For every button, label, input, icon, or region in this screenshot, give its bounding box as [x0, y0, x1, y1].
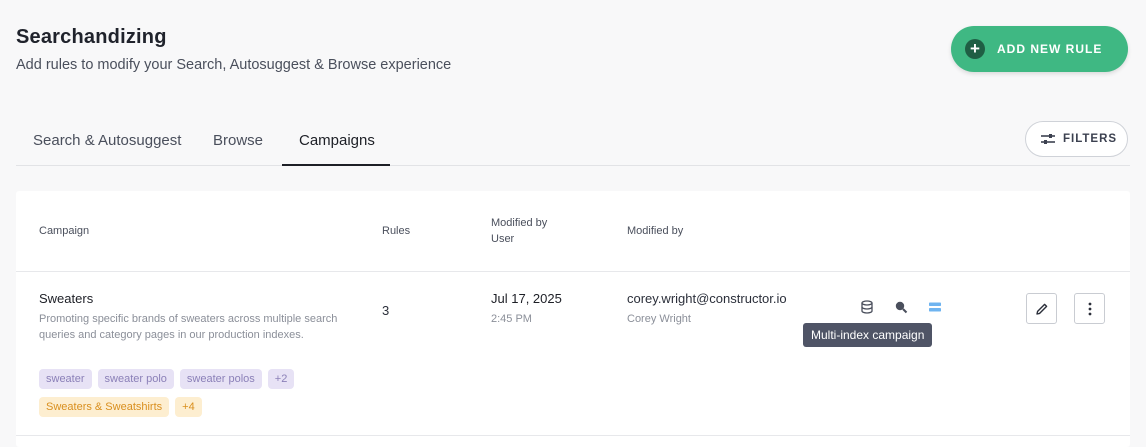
column-header-modified-by: Modified by	[627, 225, 684, 237]
campaign-tags: sweater sweater polo sweater polos +2 Sw…	[39, 369, 359, 425]
campaign-description: Promoting specific brands of sweaters ac…	[39, 313, 338, 341]
page-title: Searchandizing	[16, 26, 167, 48]
filters-label: FILTERS	[1063, 133, 1118, 145]
tab-search-autosuggest[interactable]: Search & Autosuggest	[33, 132, 181, 149]
query-tag: sweater polos	[179, 369, 262, 389]
filters-button[interactable]: FILTERS	[1025, 121, 1128, 157]
query-tag: sweater	[39, 369, 92, 389]
page-header: Searchandizing Add rules to modify your …	[16, 26, 451, 73]
campaigns-table: Campaign Rules Modified by User Modified…	[16, 191, 1130, 447]
edit-button[interactable]	[1026, 293, 1057, 324]
active-tab-indicator	[282, 164, 390, 166]
column-header-rules: Rules	[382, 225, 411, 237]
query-tag: sweater polo	[97, 369, 174, 389]
page-subtitle: Add rules to modify your Search, Autosug…	[16, 57, 452, 73]
column-header-line-1: Modified by	[491, 217, 548, 229]
column-header-line-2: User	[491, 233, 515, 245]
sliders-icon	[1041, 134, 1055, 144]
modified-time: 2:45 PM	[491, 313, 532, 325]
modified-date: Jul 17, 2025	[491, 291, 562, 306]
query-tag-more[interactable]: +2	[267, 369, 295, 389]
tab-bar: Search & Autosuggest Browse Campaigns	[16, 118, 1130, 166]
tab-campaigns[interactable]: Campaigns	[299, 132, 375, 149]
header-divider	[16, 271, 1130, 272]
column-header-campaign: Campaign	[39, 225, 90, 237]
modified-email: corey.wright@constructor.io	[627, 291, 787, 306]
kebab-menu-icon	[1088, 302, 1091, 315]
category-tag: Sweaters & Sweatshirts	[39, 397, 170, 417]
multi-index-icon[interactable]	[927, 299, 943, 315]
tab-browse[interactable]: Browse	[213, 132, 263, 149]
add-new-rule-button[interactable]: + ADD NEW RULE	[951, 26, 1128, 72]
row-divider	[16, 435, 1130, 436]
more-options-button[interactable]	[1074, 293, 1105, 324]
plus-icon: +	[965, 39, 985, 59]
database-icon[interactable]	[859, 299, 875, 315]
rules-count: 3	[382, 303, 390, 318]
category-tag-more[interactable]: +4	[175, 397, 202, 417]
column-header-modified-by-user: Modified by User	[491, 215, 547, 247]
search-icon[interactable]	[893, 299, 909, 315]
campaign-name[interactable]: Sweaters	[39, 291, 93, 306]
modified-name: Corey Wright	[627, 313, 691, 325]
pencil-icon	[1035, 303, 1047, 315]
add-new-rule-label: ADD NEW RULE	[997, 42, 1103, 56]
multi-index-tooltip: Multi-index campaign	[803, 323, 933, 347]
